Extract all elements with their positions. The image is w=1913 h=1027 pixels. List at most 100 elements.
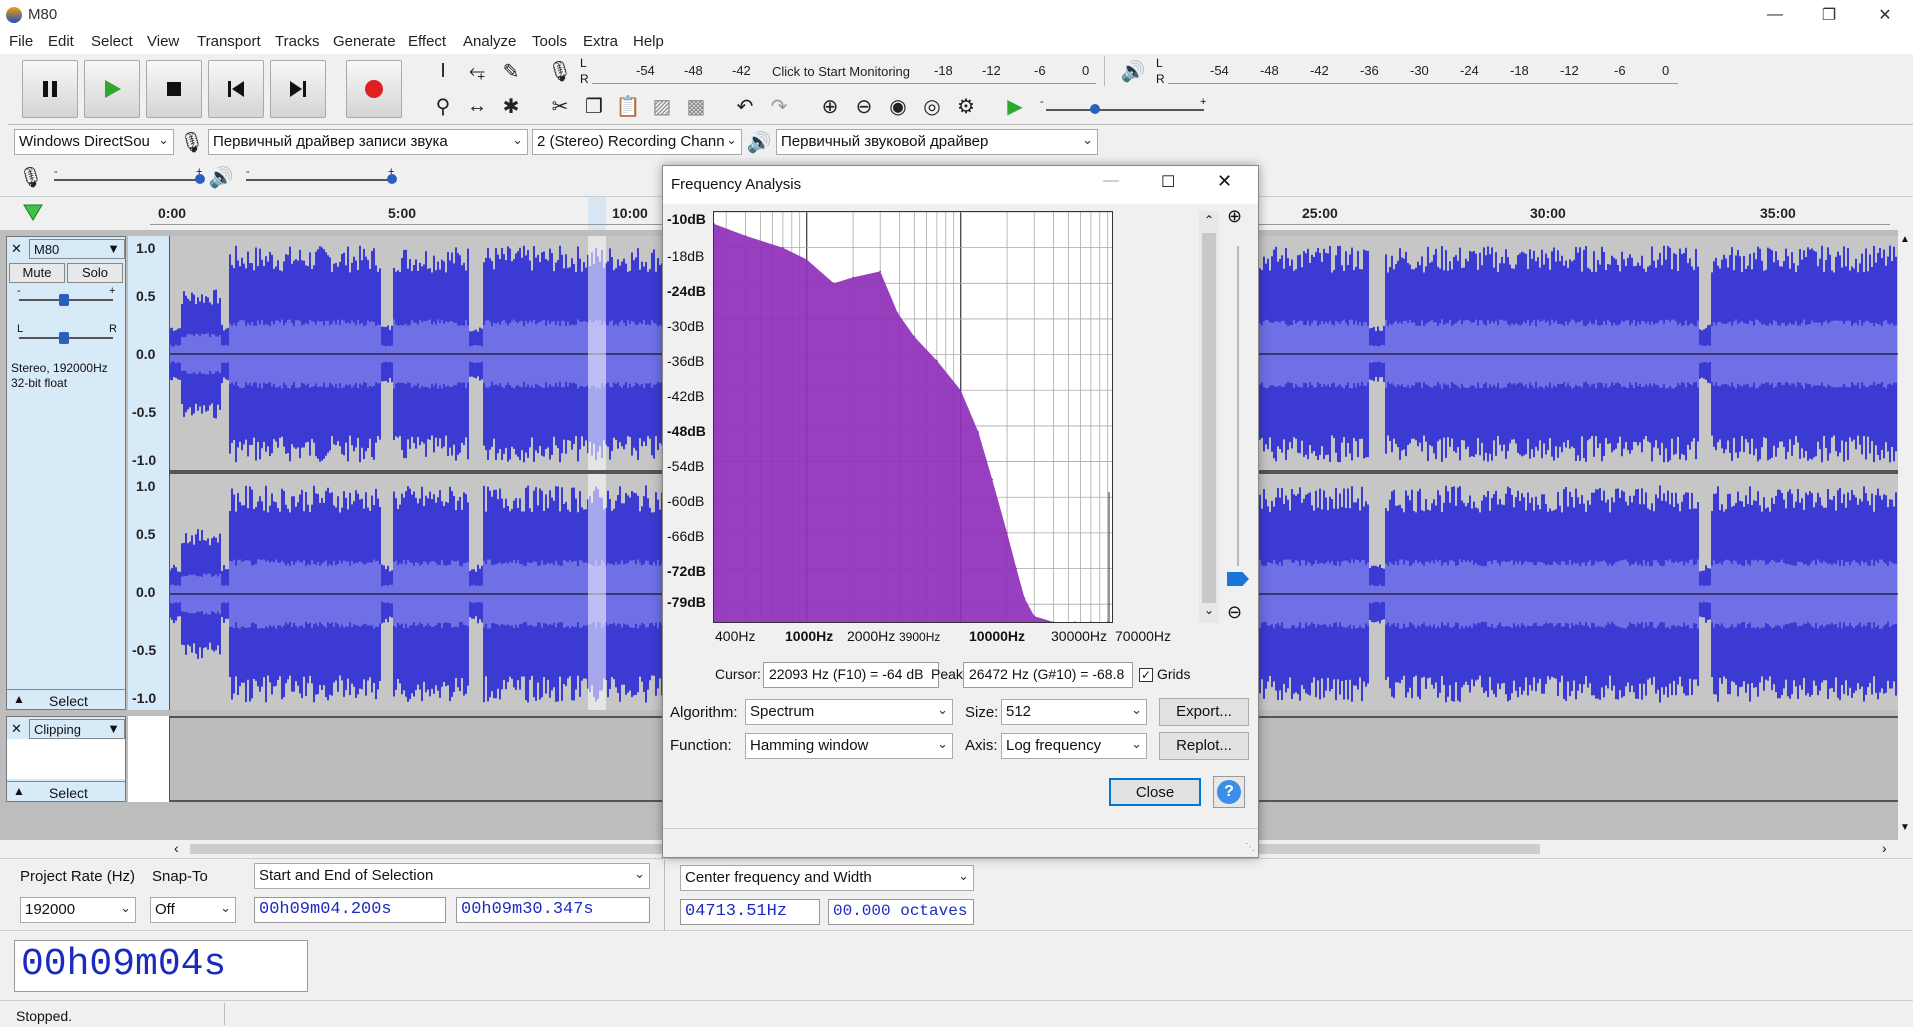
audio-position-display[interactable]: 00h09m04s xyxy=(14,940,308,992)
silence-icon[interactable]: ▩ xyxy=(681,91,711,121)
maximize-icon[interactable]: ❐ xyxy=(1806,0,1852,30)
host-select[interactable]: Windows DirectSou ⌄ xyxy=(14,129,174,155)
scroll-right-icon[interactable]: › xyxy=(1882,840,1887,856)
zoom-in-icon[interactable]: ⊕ xyxy=(815,91,845,121)
help-button[interactable]: ? xyxy=(1213,776,1245,808)
menu-edit[interactable]: Edit xyxy=(48,33,74,50)
menu-generate[interactable]: Generate xyxy=(333,33,396,50)
menu-analyze[interactable]: Analyze xyxy=(463,33,516,50)
selection-tool-icon[interactable]: I xyxy=(428,56,458,86)
spectral-mode-select[interactable]: Center frequency and Width ⌄ xyxy=(680,865,974,891)
project-rate-select[interactable]: 192000 ⌄ xyxy=(20,897,136,923)
scroll-left-icon[interactable]: ‹ xyxy=(174,840,179,856)
size-select[interactable]: 512 ⌄ xyxy=(1001,699,1147,725)
play-at-speed-icon[interactable]: ▶ xyxy=(1000,91,1030,121)
pause-button[interactable] xyxy=(22,60,78,118)
track-name-menu[interactable]: M80 ▼ xyxy=(29,239,125,259)
export-button[interactable]: Export... xyxy=(1159,698,1249,726)
skip-start-button[interactable] xyxy=(208,60,264,118)
menu-effect[interactable]: Effect xyxy=(408,33,446,50)
track-select-bar[interactable]: ▲ Select xyxy=(7,781,125,801)
menu-file[interactable]: File xyxy=(9,33,33,50)
zoom-in-icon[interactable]: ⊕ xyxy=(1227,206,1242,227)
track-close-icon[interactable]: ✕ xyxy=(11,721,22,737)
recording-device-select[interactable]: Первичный драйвер записи звука ⌄ xyxy=(208,129,528,155)
spectrum-plot[interactable] xyxy=(713,211,1113,623)
menu-select[interactable]: Select xyxy=(91,33,133,50)
menu-view[interactable]: View xyxy=(147,33,179,50)
skip-end-button[interactable] xyxy=(270,60,326,118)
zoom-out-icon[interactable]: ⊖ xyxy=(1227,602,1242,623)
zoom-toggle-icon[interactable]: ⚙ xyxy=(951,91,981,121)
minimize-icon[interactable]: — xyxy=(1752,0,1798,30)
collapse-icon[interactable]: ▲ xyxy=(13,692,25,706)
selection-start-time[interactable]: 00h09m04.200s xyxy=(254,897,446,923)
replot-button[interactable]: Replot... xyxy=(1159,732,1249,760)
speaker-icon[interactable]: 🔊 xyxy=(1118,56,1148,86)
zoom-slider-thumb[interactable] xyxy=(1227,572,1249,586)
close-icon[interactable]: ✕ xyxy=(1217,171,1232,192)
record-button[interactable] xyxy=(346,60,402,118)
cut-icon[interactable]: ✂ xyxy=(545,91,575,121)
pan-slider[interactable]: L R xyxy=(17,323,117,347)
bandwidth-octaves[interactable]: 00.000 octaves xyxy=(828,899,974,925)
fit-project-icon[interactable]: ◎ xyxy=(917,91,947,121)
menu-help[interactable]: Help xyxy=(633,33,664,50)
fit-selection-icon[interactable]: ◉ xyxy=(883,91,913,121)
chevron-down-icon[interactable]: ⌄ xyxy=(1204,603,1214,617)
stop-button[interactable] xyxy=(146,60,202,118)
collapse-icon[interactable]: ▲ xyxy=(13,784,25,798)
zoom-tool-icon[interactable]: ⚲ xyxy=(428,91,458,121)
playback-device-select[interactable]: Первичный звуковой драйвер ⌄ xyxy=(776,129,1098,155)
channels-select[interactable]: 2 (Stereo) Recording Chann ⌄ xyxy=(532,129,742,155)
resize-grip-icon[interactable]: ⋱ xyxy=(1245,842,1255,853)
menu-tracks[interactable]: Tracks xyxy=(275,33,319,50)
copy-icon[interactable]: ❐ xyxy=(579,91,609,121)
maximize-icon[interactable]: ☐ xyxy=(1161,172,1175,192)
redo-icon[interactable]: ↷ xyxy=(764,91,794,121)
grids-checkbox[interactable]: ✓ xyxy=(1139,668,1153,682)
menu-transport[interactable]: Transport xyxy=(197,33,261,50)
vertical-scrollbar[interactable]: ▲ ▼ xyxy=(1898,230,1913,840)
snap-to-select[interactable]: Off ⌄ xyxy=(150,897,236,923)
track-close-icon[interactable]: ✕ xyxy=(11,241,22,257)
track-select-button[interactable]: Select xyxy=(49,693,88,709)
record-volume-slider[interactable]: - + xyxy=(50,166,210,186)
play-button[interactable] xyxy=(84,60,140,118)
play-speed-slider[interactable]: - + xyxy=(1040,96,1210,116)
track-select-bar[interactable]: ▲ Select xyxy=(7,689,125,709)
undo-icon[interactable]: ↶ xyxy=(730,91,760,121)
timeshift-tool-icon[interactable]: ↔ xyxy=(462,91,492,121)
spectrum-scrollbar[interactable]: ⌃ ⌄ xyxy=(1199,211,1219,623)
center-frequency[interactable]: 04713.51Hz xyxy=(680,899,820,925)
function-select[interactable]: Hamming window ⌄ xyxy=(745,733,953,759)
menu-tools[interactable]: Tools xyxy=(532,33,567,50)
selection-end-time[interactable]: 00h09m30.347s xyxy=(456,897,650,923)
playback-volume-slider[interactable]: - + xyxy=(242,166,402,186)
envelope-tool-icon[interactable]: ⥆ xyxy=(462,56,492,86)
track-select-button[interactable]: Select xyxy=(49,785,88,801)
playback-meter[interactable]: -54 -48 -42 -36 -30 -24 -18 -12 -6 0 xyxy=(1168,58,1678,84)
multi-tool-icon[interactable]: ✱ xyxy=(496,91,526,121)
track-name-menu[interactable]: Clipping ▼ xyxy=(29,719,125,739)
close-icon[interactable]: ✕ xyxy=(1862,0,1908,30)
trim-icon[interactable]: ▨ xyxy=(647,91,677,121)
minimize-icon[interactable]: — xyxy=(1103,172,1119,190)
amplitude-scale[interactable]: 1.0 0.5 0.0 -0.5 -1.0 1.0 0.5 0.0 -0.5 -… xyxy=(128,236,170,710)
algorithm-select[interactable]: Spectrum ⌄ xyxy=(745,699,953,725)
axis-select[interactable]: Log frequency ⌄ xyxy=(1001,733,1147,759)
mute-button[interactable]: Mute xyxy=(9,263,65,283)
menu-extra[interactable]: Extra xyxy=(583,33,618,50)
close-button[interactable]: Close xyxy=(1109,778,1201,806)
selection-mode-select[interactable]: Start and End of Selection ⌄ xyxy=(254,863,650,889)
zoom-out-icon[interactable]: ⊖ xyxy=(849,91,879,121)
chevron-up-icon[interactable]: ⌃ xyxy=(1204,213,1214,227)
start-monitoring-label[interactable]: Click to Start Monitoring xyxy=(772,64,910,79)
gain-slider[interactable]: - + xyxy=(17,285,117,309)
record-meter[interactable]: -54 -48 -42 Click to Start Monitoring -1… xyxy=(592,58,1096,84)
record-meter-icon[interactable]: 🎙 xyxy=(545,56,575,86)
solo-button[interactable]: Solo xyxy=(67,263,123,283)
paste-icon[interactable]: 📋 xyxy=(613,91,643,121)
spectrum-point xyxy=(852,276,854,279)
draw-tool-icon[interactable]: ✎ xyxy=(496,56,526,86)
